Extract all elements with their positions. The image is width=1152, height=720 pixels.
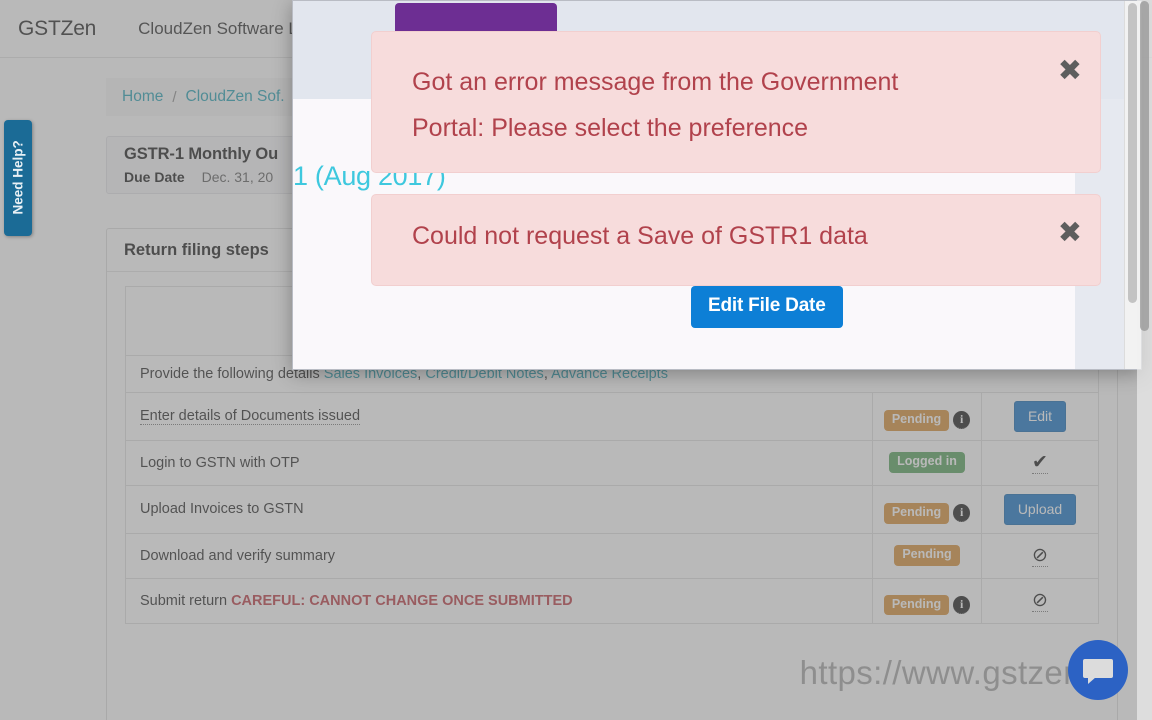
table-row: Upload Invoices to GSTN Pending i Upload	[125, 484, 1099, 534]
table-row: Login to GSTN with OTP Logged in ✔	[125, 439, 1099, 486]
step-label-download-summary: Download and verify summary	[140, 547, 336, 564]
step-label-cell: Login to GSTN with OTP	[125, 439, 873, 486]
table-row: Download and verify summary Pending ⊘	[125, 532, 1099, 579]
page-scrollbar[interactable]	[1137, 0, 1152, 720]
need-help-label: Need Help?	[10, 140, 26, 215]
chat-bubble-shape	[1083, 659, 1113, 684]
close-icon[interactable]: ✖	[1058, 218, 1082, 247]
status-badge: Pending	[894, 545, 960, 566]
disabled-icon: ⊘	[1032, 590, 1048, 613]
step-label-upload-invoices: Upload Invoices to GSTN	[140, 501, 304, 518]
table-row: Submit return CAREFUL: CANNOT CHANGE ONC…	[125, 577, 1099, 625]
step-status-cell: Pending	[872, 532, 982, 579]
brand-logo[interactable]: GSTZen	[18, 17, 96, 41]
error-modal-window: 1 (Aug 2017) Edit File Date Got an error…	[292, 0, 1142, 370]
step-label-cell: Enter details of Documents issued	[125, 392, 873, 441]
upload-button[interactable]: Upload	[1003, 493, 1077, 525]
step-action-cell: ⊘	[981, 532, 1099, 579]
alert-line-1: Got an error message from the Government	[412, 68, 899, 96]
edit-file-date-button[interactable]: Edit File Date	[691, 286, 843, 328]
step-label-documents-issued[interactable]: Enter details of Documents issued	[140, 408, 361, 426]
alert-message: Could not request a Save of GSTR1 data	[412, 213, 868, 259]
close-icon[interactable]: ✖	[1058, 56, 1082, 85]
submit-warning-text: CAREFUL: CANNOT CHANGE ONCE SUBMITTED	[231, 592, 573, 609]
alert-line-2: Portal: Please select the preference	[412, 114, 809, 142]
status-badge: Logged in	[889, 452, 965, 474]
step-action-cell: ⊘	[981, 577, 1099, 625]
step-label-submit-return: Submit return	[140, 592, 232, 609]
alert-line-1: Could not request a Save of GSTR1 data	[412, 222, 868, 250]
step-label-cell: Upload Invoices to GSTN	[125, 484, 873, 534]
status-badge: Pending	[883, 594, 950, 616]
step-status-cell: Logged in	[872, 439, 982, 486]
page-scrollbar-thumb[interactable]	[1140, 1, 1149, 331]
step-action-cell: ✔	[981, 439, 1099, 486]
info-icon[interactable]: i	[953, 503, 971, 522]
alert-message: Got an error message from the Government…	[412, 59, 898, 151]
breadcrumb-current-link[interactable]: CloudZen Sof.	[186, 88, 285, 106]
step-label-cell: Submit return CAREFUL: CANNOT CHANGE ONC…	[125, 577, 873, 625]
modal-scrollbar-thumb[interactable]	[1128, 3, 1137, 303]
disabled-icon: ⊘	[1032, 545, 1048, 568]
step-label-login-otp: Login to GSTN with OTP	[140, 454, 300, 471]
step-status-cell: Pending i	[872, 577, 982, 625]
step-status-cell: Pending i	[872, 484, 982, 534]
modal-content: 1 (Aug 2017) Edit File Date Got an error…	[293, 1, 1125, 369]
table-row: Enter details of Documents issued Pendin…	[125, 392, 1099, 441]
step-label-cell: Download and verify summary	[125, 532, 873, 579]
check-icon[interactable]: ✔	[1032, 452, 1048, 475]
need-help-tab[interactable]: Need Help?	[4, 120, 32, 236]
due-date-value: Dec. 31, 20	[201, 169, 274, 185]
breadcrumb-home-link[interactable]: Home	[122, 88, 163, 106]
info-icon[interactable]: i	[953, 411, 971, 430]
error-alert-government-portal: Got an error message from the Government…	[371, 31, 1101, 173]
error-alert-save-gstr1: Could not request a Save of GSTR1 data ✖	[371, 194, 1101, 286]
info-icon[interactable]: i	[953, 595, 971, 614]
status-badge: Pending	[883, 410, 950, 431]
status-badge: Pending	[883, 502, 950, 524]
breadcrumb-separator: /	[172, 88, 177, 106]
edit-button[interactable]: Edit	[1013, 401, 1067, 432]
step-action-cell: Edit	[981, 392, 1099, 441]
due-date-label: Due Date	[124, 169, 185, 185]
step-action-cell: Upload	[981, 484, 1099, 534]
chat-bubble-icon[interactable]	[1068, 640, 1128, 700]
step-status-cell: Pending i	[872, 392, 982, 441]
